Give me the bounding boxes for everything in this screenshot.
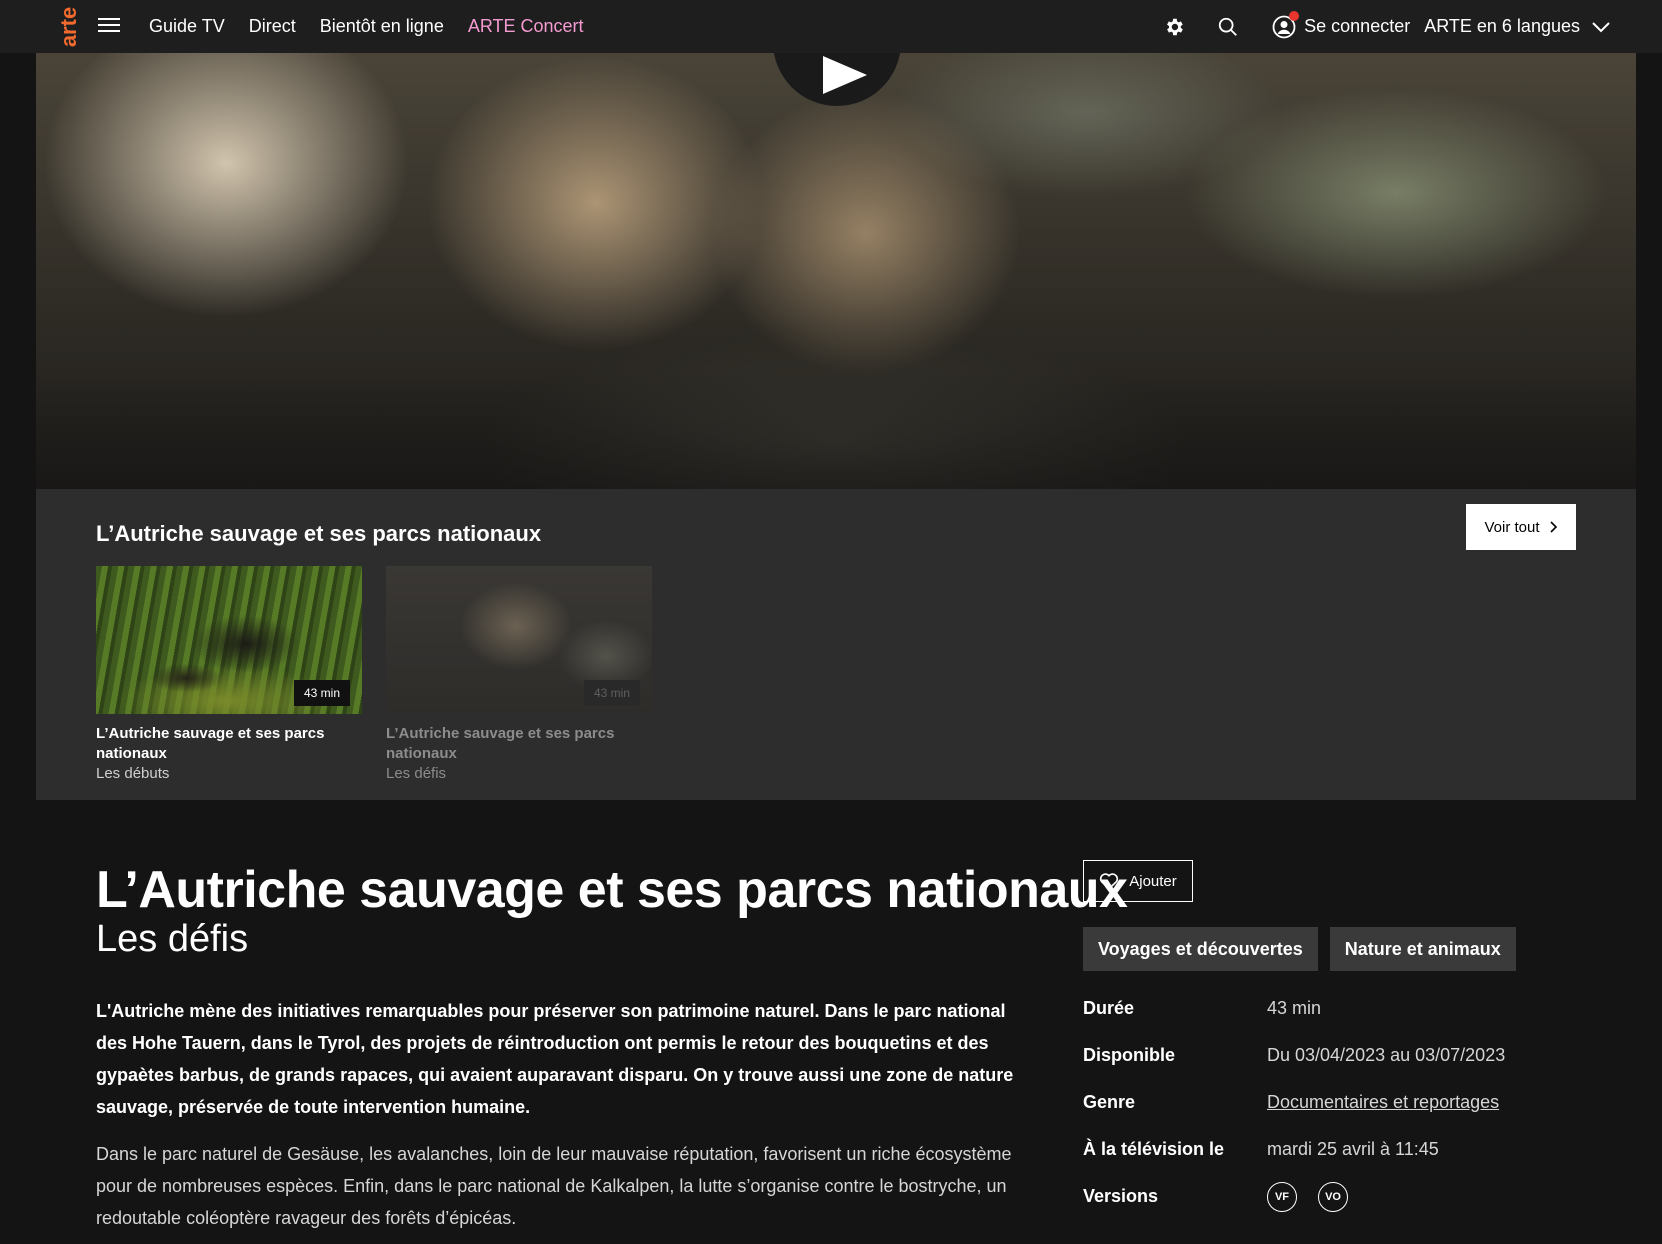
info-row-genre: Genre Documentaires et reportages: [1083, 1079, 1603, 1126]
main-nav: Guide TV Direct Bientôt en ligne ARTE Co…: [149, 0, 584, 53]
nav-guide-tv[interactable]: Guide TV: [149, 16, 225, 37]
info-label: Disponible: [1083, 1045, 1176, 1065]
collection-title: L’Autriche sauvage et ses parcs nationau…: [96, 521, 542, 546]
info-row-available: Disponible Du 03/04/2023 au 03/07/2023: [1083, 1032, 1603, 1079]
nav-bientot-en-ligne[interactable]: Bientôt en ligne: [320, 16, 444, 37]
logo-text: arte: [56, 6, 82, 47]
info-value: Du 03/04/2023 au 03/07/2023: [1267, 1045, 1506, 1065]
heart-icon: [1100, 873, 1119, 890]
search-icon[interactable]: [1216, 15, 1240, 39]
version-vf-badge: VF: [1267, 1181, 1297, 1212]
episode-thumbnail: 43 min: [386, 566, 652, 714]
language-label: ARTE en 6 langues: [1424, 16, 1580, 36]
duration-badge: 43 min: [583, 680, 640, 706]
program-description: Dans le parc naturel de Gesäuse, les ava…: [96, 1144, 1012, 1228]
episode-subtitle: Les défis: [386, 765, 447, 782]
duration-badge: 43 min: [293, 680, 350, 706]
user-icon[interactable]: [1272, 10, 1300, 39]
add-to-list-button[interactable]: Ajouter: [1083, 860, 1193, 902]
program-info: Durée 43 min Disponible Du 03/04/2023 au…: [1083, 985, 1603, 1220]
info-row-duration: Durée 43 min: [1083, 985, 1603, 1032]
tag-list: Voyages et découvertes Nature et animaux: [1083, 927, 1516, 971]
episode-card[interactable]: 43 min L’Autriche sauvage et ses parcs n…: [96, 566, 362, 784]
notification-dot: [1289, 10, 1300, 21]
chevron-down-icon: [1592, 21, 1610, 32]
see-all-button[interactable]: Voir tout: [1466, 504, 1576, 550]
program-title: L’Autriche sauvage et ses parcs nationau…: [96, 861, 1128, 919]
info-label: À la télévision le: [1083, 1139, 1225, 1159]
login-link[interactable]: Se connecter: [1304, 16, 1410, 37]
info-value: 43 min: [1267, 998, 1322, 1018]
genre-link[interactable]: Documentaires et reportages: [1267, 1092, 1499, 1113]
version-vo-badge: VO: [1318, 1181, 1349, 1212]
episode-title: L’Autriche sauvage et ses parcs nationau…: [386, 725, 615, 762]
info-label: Versions: [1083, 1186, 1159, 1206]
info-label: Genre: [1083, 1092, 1136, 1112]
info-label: Durée: [1083, 998, 1135, 1018]
chevron-right-icon: [1549, 521, 1557, 533]
program-subtitle: Les défis: [96, 918, 249, 960]
gear-icon[interactable]: [1162, 15, 1186, 39]
info-row-broadcast: À la télévision le mardi 25 avril à 11:4…: [1083, 1126, 1603, 1173]
see-all-label: Voir tout: [1484, 518, 1540, 536]
episode-thumbnail: 43 min: [96, 566, 362, 714]
program-summary: L'Autriche mène des initiatives remarqua…: [96, 1001, 1014, 1117]
episode-subtitle: Les débuts: [96, 765, 170, 782]
episode-card-current[interactable]: 43 min L’Autriche sauvage et ses parcs n…: [386, 566, 652, 784]
info-value: mardi 25 avril à 11:45: [1267, 1139, 1439, 1159]
nav-arte-concert[interactable]: ARTE Concert: [468, 16, 584, 37]
header-actions: Se connecter ARTE en 6 langues: [1162, 0, 1610, 53]
nav-direct[interactable]: Direct: [249, 16, 296, 37]
arte-logo[interactable]: arte: [56, 0, 82, 53]
tag-nature[interactable]: Nature et animaux: [1329, 927, 1516, 971]
add-label: Ajouter: [1129, 872, 1177, 890]
episode-title: L’Autriche sauvage et ses parcs nationau…: [96, 725, 325, 762]
menu-icon[interactable]: [98, 18, 120, 34]
hero-video[interactable]: [36, 53, 1636, 489]
language-selector[interactable]: ARTE en 6 langues: [1424, 16, 1610, 37]
play-button[interactable]: [773, 53, 901, 106]
info-row-versions: Versions VF VO: [1083, 1173, 1603, 1220]
tag-voyages[interactable]: Voyages et découvertes: [1083, 927, 1318, 971]
versions-list: VF VO: [1267, 1181, 1364, 1212]
top-navigation: arte Guide TV Direct Bientôt en ligne AR…: [0, 0, 1662, 53]
collection-strip: L’Autriche sauvage et ses parcs nationau…: [36, 489, 1636, 800]
